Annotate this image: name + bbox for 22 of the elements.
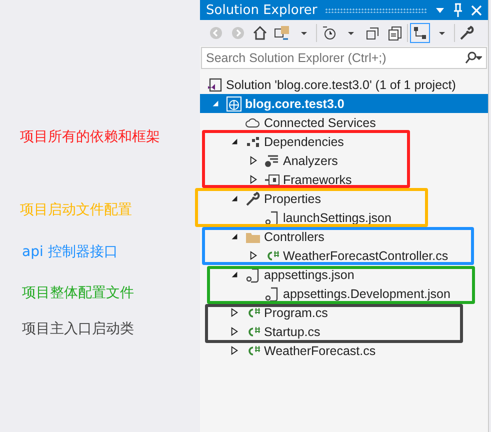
annotation-label: 项目所有的依赖和框架 [20, 128, 160, 146]
tree-item[interactable]: appsettings.Development.json [200, 284, 488, 303]
tree-item[interactable]: Solution 'blog.core.test3.0' (1 of 1 project) [200, 75, 488, 94]
search-field[interactable]: Search Solution Explorer (Ctrl+;) [201, 47, 487, 69]
tree-item[interactable]: Properties [200, 189, 488, 208]
tree-item[interactable]: Frameworks [200, 170, 488, 189]
annotation-label: api 控制器接口 [22, 243, 118, 261]
annotation-label: 项目主入口启动类 [22, 320, 134, 338]
tree-item[interactable]: Dependencies [200, 132, 488, 151]
tree-item[interactable]: Startup.cs [200, 322, 488, 341]
tree-item[interactable]: Program.cs [200, 303, 488, 322]
tree-item[interactable]: blog.core.test3.0 [200, 94, 488, 113]
panel-title: Solution Explorer [206, 2, 318, 18]
tree-item[interactable]: Connected Services [200, 113, 488, 132]
annotation-label: 项目启动文件配置 [20, 201, 132, 219]
tree-item[interactable]: launchSettings.json [200, 208, 488, 227]
tree-item[interactable]: WeatherForecast.cs [200, 341, 488, 360]
tree-item[interactable]: Analyzers [200, 151, 488, 170]
tree-item[interactable]: Controllers [200, 227, 488, 246]
tree-item[interactable]: appsettings.json [200, 265, 488, 284]
annotation-label: 项目整体配置文件 [22, 284, 134, 302]
tree-item[interactable]: WeatherForecastController.cs [200, 246, 488, 265]
